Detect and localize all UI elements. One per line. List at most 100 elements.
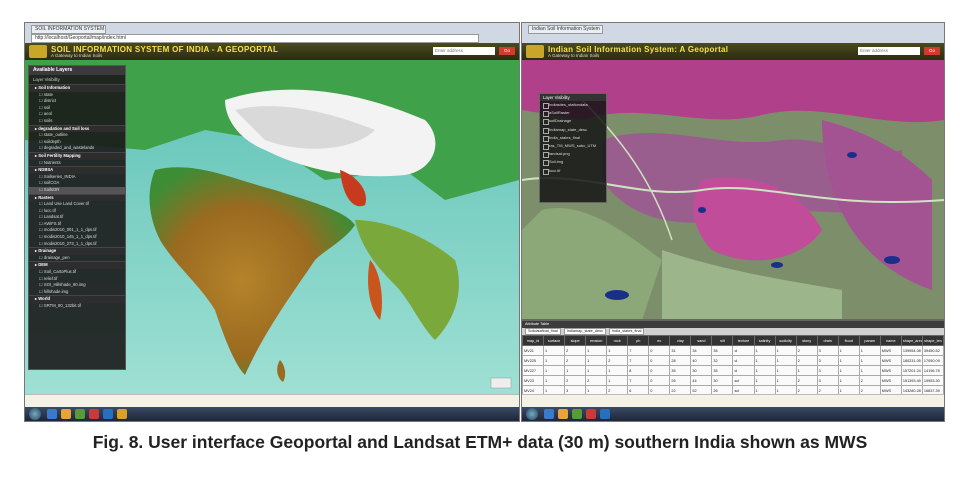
table-header[interactable]: flood — [837, 335, 860, 346]
taskbar-app-icon[interactable] — [75, 409, 85, 419]
layer-item[interactable]: Indiamap_state_desc — [540, 126, 606, 134]
start-button[interactable] — [526, 408, 538, 420]
table-cell: 1 — [774, 365, 797, 376]
taskbar-chrome-icon[interactable] — [117, 409, 127, 419]
layer-item[interactable]: ☐ modis2010_273_1_1_dps.tif — [29, 241, 125, 248]
table-cell: 1 — [837, 355, 860, 366]
taskbar-explorer-icon[interactable] — [47, 409, 57, 419]
layer-item[interactable]: aSoilRaster — [540, 109, 606, 118]
figure-caption: Fig. 8. User interface Geoportal and Lan… — [92, 432, 868, 452]
layer-item[interactable]: ☐ SRTM_90_132bit.tif — [29, 303, 125, 310]
start-button[interactable] — [29, 408, 41, 420]
layer-item[interactable]: ☐ lucc.tif — [29, 208, 125, 215]
layer-group[interactable]: ▸ World — [29, 295, 125, 303]
taskbar-media-icon[interactable] — [89, 409, 99, 419]
go-button[interactable]: Go — [924, 47, 940, 55]
table-cell: 1 — [753, 355, 776, 366]
table-header[interactable]: slope — [564, 335, 587, 346]
layer-group[interactable]: ▸ degradation and Soil loss — [29, 124, 125, 133]
layer-item[interactable]: ☐ soils — [29, 118, 125, 125]
layer-item[interactable]: Indiasites_stationdata — [540, 101, 606, 110]
table-header[interactable]: stony — [795, 335, 818, 346]
layer-item[interactable]: ☐ aeol — [29, 111, 125, 118]
table-cell: cl — [732, 365, 755, 376]
table-header[interactable]: rock — [606, 335, 629, 346]
table-header[interactable]: texture — [732, 335, 755, 346]
taskbar-word-icon[interactable] — [600, 409, 610, 419]
layer-item[interactable]: ☐ SoilsOR — [29, 186, 125, 194]
layer-group[interactable]: ▸ Soil Fertility Mapping — [29, 151, 125, 160]
layer-item[interactable]: ☐ relief.tif — [29, 276, 125, 283]
layer-item[interactable]: ☐ drainage_pen — [29, 255, 125, 262]
layer-group[interactable]: ▸ DEM — [29, 261, 125, 270]
layer-item[interactable]: ☐ AWiFS.tif — [29, 221, 125, 228]
layer-item[interactable]: Soil.img — [540, 158, 606, 167]
table-header[interactable]: erosion — [585, 335, 608, 346]
layer-group[interactable]: ▸ Rasters — [29, 193, 125, 202]
taskbar-app-icon[interactable] — [572, 409, 582, 419]
layer-item[interactable]: ras_TM_MWS_subc_UTM — [540, 142, 606, 151]
table-row[interactable]: MV225 1 2 1 2 7 0 28 40 32 cl 1 1 2 3 1 1 MWS 180231.05 170… — [522, 355, 944, 366]
table-row[interactable]: MV227 1 1 1 1 8 0 35 30 35 cl 1 1 1 3 1 1 MWS 157201.24 141… — [522, 365, 944, 376]
table-header[interactable]: silt — [711, 335, 734, 346]
layer-item[interactable]: ☐ state — [29, 92, 125, 99]
table-header[interactable]: surface — [543, 335, 566, 346]
taskbar-explorer-icon[interactable] — [544, 409, 554, 419]
table-header[interactable]: clay — [669, 335, 692, 346]
table-header[interactable]: name — [879, 335, 902, 346]
layer-item[interactable]: ☐ soil — [29, 105, 125, 112]
taskbar-folder-icon[interactable] — [558, 409, 568, 419]
layer-item[interactable]: soilDrainage — [540, 117, 606, 126]
layer-item[interactable]: ☐ SOI_Hillshade_90.img — [29, 282, 125, 289]
table-header[interactable]: shape_len — [921, 335, 944, 346]
browser-address-bar[interactable]: http://localhost/Geoportal/map/index.htm… — [31, 34, 479, 43]
taskbar-media-icon[interactable] — [586, 409, 596, 419]
taskbar-folder-icon[interactable] — [61, 409, 71, 419]
layer-item[interactable]: ☐ hillshade.img — [29, 289, 125, 296]
layer-item[interactable]: ☐ degraded_and_wastelands — [29, 145, 125, 152]
attribute-tab[interactable]: Soildatafinal_final — [525, 328, 561, 335]
browser-tab[interactable]: Indian Soil Information System — [528, 25, 603, 34]
layer-item[interactable]: ☐ Soil_CartoPlus.tif — [29, 269, 125, 276]
go-button[interactable]: Go — [499, 47, 515, 55]
table-cell: 1 — [543, 355, 566, 366]
address-search-input[interactable]: Enter address — [858, 47, 920, 55]
table-row[interactable]: MV23 1 2 2 1 7 0 26 44 30 scl 1 1 2 3 1 2 MWS 151393.49 199… — [522, 375, 944, 386]
table-header[interactable]: salinity — [753, 335, 776, 346]
layer-item[interactable]: ☐ Soilseries_INDIA — [29, 174, 125, 181]
layer-item[interactable]: ☐ Landsat.tif — [29, 214, 125, 221]
layer-item[interactable]: lucc.tif — [540, 167, 606, 175]
table-cell: 180231.05 — [900, 355, 923, 366]
taskbar-word-icon[interactable] — [103, 409, 113, 419]
layer-item[interactable]: ☐ modis2010_001_1_1_dps.tif — [29, 227, 125, 234]
table-header[interactable]: sand — [690, 335, 713, 346]
layer-item[interactable]: ☐ soildepth — [29, 139, 125, 146]
layer-item[interactable]: ☐ state_outline — [29, 132, 125, 139]
layer-visibility-panel[interactable]: Layer Visibility Indiasites_stationdata a… — [539, 93, 607, 203]
attribute-tab[interactable]: Indiamap_state_desc — [563, 328, 606, 335]
layer-item[interactable]: India_states_final — [540, 134, 606, 142]
table-header[interactable]: shape_area — [900, 335, 923, 346]
layer-item[interactable]: ☐ soilCOA — [29, 180, 125, 187]
attribute-tab[interactable]: India_states_final — [608, 328, 645, 335]
available-layers-panel[interactable]: Available Layers Layer Visibility ▸ Soil… — [28, 65, 126, 370]
app-logo — [29, 45, 47, 58]
table-header[interactable]: ph — [627, 335, 650, 346]
layer-item[interactable]: ☐ modis2010_145_1_1_dps.tif — [29, 234, 125, 241]
table-header[interactable]: param — [858, 335, 881, 346]
browser-tab[interactable]: SOIL INFORMATION SYSTEM OF IN... — [31, 25, 106, 34]
layer-item[interactable]: ☐ district — [29, 98, 125, 105]
layer-group[interactable]: ▸ Soil Information — [29, 84, 125, 92]
table-header[interactable]: drain — [816, 335, 839, 346]
table-header[interactable]: ec — [648, 335, 671, 346]
address-search-input[interactable]: Enter address — [433, 47, 495, 55]
table-header[interactable]: sodicity — [774, 335, 797, 346]
layer-item[interactable]: ☐ Land Use Land Cover.tif — [29, 201, 125, 208]
table-cell: 30 — [690, 365, 713, 376]
layer-group[interactable]: ▸ NDBSA — [29, 166, 125, 174]
table-header[interactable]: map_id — [522, 335, 545, 346]
layer-item[interactable]: ☐ Nutrients — [29, 160, 125, 167]
layer-item[interactable]: landsat.png — [540, 150, 606, 159]
layer-group[interactable]: ▸ Drainage — [29, 247, 125, 255]
table-row[interactable]: MV21 1 2 1 1 7 0 31 34 35 cl 1 1 2 3 1 1 MWS 139954.08 3945… — [522, 345, 944, 356]
